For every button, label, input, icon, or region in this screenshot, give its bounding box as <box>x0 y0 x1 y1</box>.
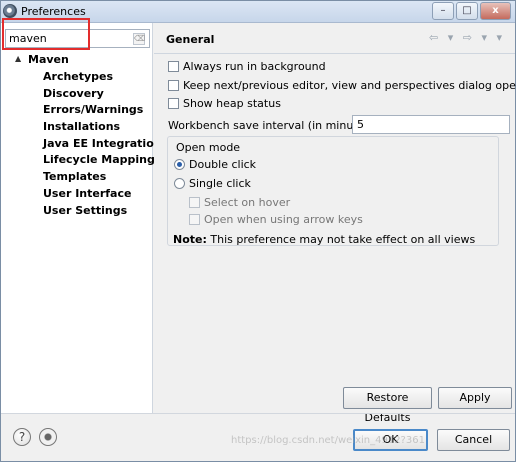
always-run-background-option[interactable]: Always run in background <box>168 60 326 76</box>
cancel-button[interactable]: Cancel <box>437 429 510 451</box>
maven-children: Archetypes Discovery Errors/Warnings Ins… <box>43 69 162 219</box>
double-click-option[interactable]: Double click <box>174 158 256 174</box>
tree-item-user-settings[interactable]: User Settings <box>43 203 162 220</box>
footer-divider <box>1 413 515 414</box>
collapse-triangle-icon[interactable]: ▲ <box>15 54 21 63</box>
window-title: Preferences <box>21 5 86 18</box>
tree-item-archetypes[interactable]: Archetypes <box>43 69 162 86</box>
tree-item-templates[interactable]: Templates <box>43 169 162 186</box>
keep-dialog-open-label: Keep next/previous editor, view and pers… <box>183 79 516 92</box>
minimize-button[interactable]: – <box>432 2 454 20</box>
close-button[interactable]: x <box>480 2 511 20</box>
tree-item-installations[interactable]: Installations <box>43 119 162 136</box>
note-text: This preference may not take effect on a… <box>206 233 476 246</box>
show-heap-status-label: Show heap status <box>183 97 281 110</box>
save-interval-label: Workbench save interval (in minutes): <box>168 119 379 132</box>
ok-button[interactable]: OK <box>353 429 428 451</box>
select-on-hover-checkbox <box>189 197 200 208</box>
preferences-dialog: Preferences – □ x ⌫ ▲ Maven Archetypes D… <box>0 0 516 462</box>
double-click-label: Double click <box>189 158 257 171</box>
open-arrow-keys-label: Open when using arrow keys <box>204 213 363 226</box>
tree-item-discovery[interactable]: Discovery <box>43 86 162 103</box>
preference-tree-panel: ⌫ ▲ Maven Archetypes Discovery Errors/Wa… <box>1 23 162 413</box>
open-arrow-keys-option: Open when using arrow keys <box>189 213 363 229</box>
always-run-background-label: Always run in background <box>183 60 326 73</box>
apply-button[interactable]: Apply <box>438 387 512 409</box>
open-mode-note: Note: This preference may not take effec… <box>173 233 475 246</box>
double-click-radio[interactable] <box>174 159 185 170</box>
open-mode-group: Open mode Double click Single click Sele… <box>167 136 499 246</box>
note-label: Note: <box>173 233 207 246</box>
filter-box: ⌫ <box>5 29 150 48</box>
import-export-icon[interactable] <box>39 428 57 446</box>
restore-defaults-button[interactable]: Restore Defaults <box>343 387 432 424</box>
tree-item-user-interface[interactable]: User Interface <box>43 186 162 203</box>
tree-item-lifecycle-mappings[interactable]: Lifecycle Mappings <box>43 152 162 169</box>
open-arrow-keys-checkbox <box>189 214 200 225</box>
help-icon[interactable]: ? <box>13 428 31 446</box>
maximize-button[interactable]: □ <box>456 2 478 20</box>
single-click-label: Single click <box>189 177 251 190</box>
show-heap-status-option[interactable]: Show heap status <box>168 97 281 113</box>
title-bar: Preferences – □ x <box>1 1 515 23</box>
eclipse-icon <box>3 4 17 18</box>
select-on-hover-option: Select on hover <box>189 196 290 212</box>
filter-input[interactable] <box>9 31 121 46</box>
keep-dialog-open-option[interactable]: Keep next/previous editor, view and pers… <box>168 79 516 95</box>
page-navigation-icons[interactable]: ⇦ ▾ ⇨ ▾ ▾ <box>429 31 505 44</box>
page-title: General <box>166 33 215 46</box>
page-divider <box>154 53 515 54</box>
open-mode-title: Open mode <box>176 141 241 154</box>
show-heap-status-checkbox[interactable] <box>168 98 179 109</box>
preference-page: General ⇦ ▾ ⇨ ▾ ▾ Always run in backgrou… <box>154 23 516 424</box>
tree-item-errors-warnings[interactable]: Errors/Warnings <box>43 102 162 119</box>
always-run-background-checkbox[interactable] <box>168 61 179 72</box>
clear-filter-icon[interactable]: ⌫ <box>133 33 145 45</box>
tree-item-java-ee-integration[interactable]: Java EE Integration <box>43 136 162 153</box>
single-click-option[interactable]: Single click <box>174 177 251 193</box>
tree-item-label: Maven <box>28 53 69 66</box>
keep-dialog-open-checkbox[interactable] <box>168 80 179 91</box>
select-on-hover-label: Select on hover <box>204 196 291 209</box>
single-click-radio[interactable] <box>174 178 185 189</box>
save-interval-input[interactable] <box>352 115 510 134</box>
